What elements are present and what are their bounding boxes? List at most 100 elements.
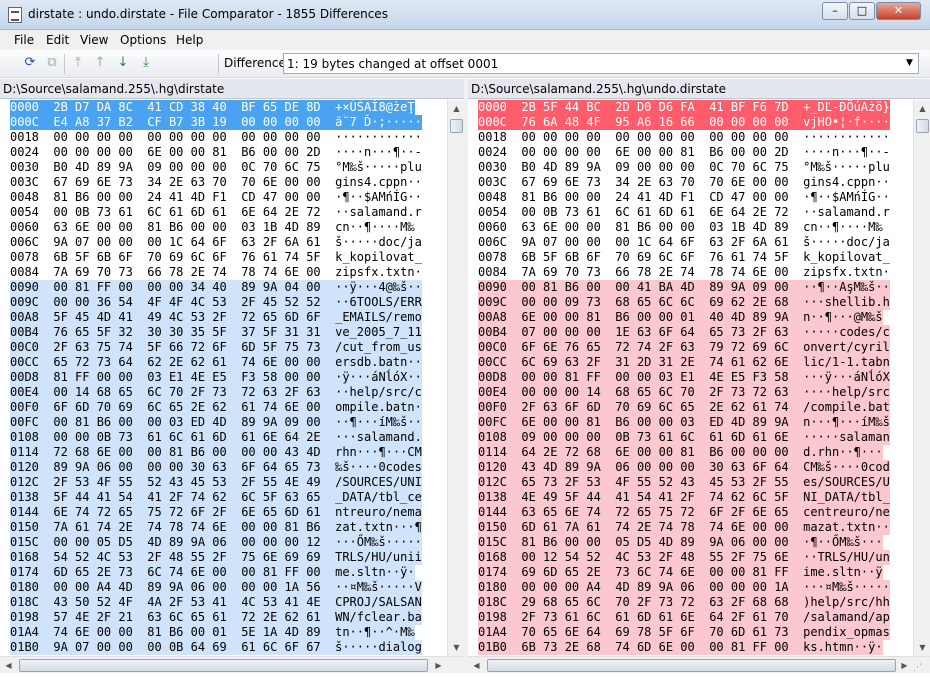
hex-row: 01B0 6B 73 2E 68 74 6D 6E 00 00 81 FF 00… bbox=[478, 640, 883, 655]
hex-row: 0078 6B 5F 6B 6F 70 69 6C 6F 76 61 74 5F… bbox=[478, 250, 890, 264]
hex-row: 00FC 6E 00 00 81 B6 00 00 03 ED 4D 89 9A… bbox=[478, 415, 890, 430]
hex-row: 0120 43 4D 89 9A 06 00 00 00 30 63 6F 64… bbox=[478, 460, 890, 475]
menu-options[interactable]: Options bbox=[120, 33, 166, 47]
title-bar: dirstate : undo.dirstate - File Comparat… bbox=[0, 0, 930, 30]
hex-row: 0174 6D 65 2E 73 6C 74 6E 00 00 81 FF 00… bbox=[10, 565, 415, 580]
previous-difference-icon[interactable]: ↑ bbox=[90, 54, 110, 72]
scroll-right-icon[interactable]: ▶ bbox=[430, 657, 447, 674]
hex-row: 0144 63 65 6E 74 72 65 75 72 6F 2F 6E 65… bbox=[478, 505, 890, 520]
hex-row: 00D8 00 00 81 FF 00 00 03 E1 4E E5 F3 58… bbox=[478, 370, 890, 385]
hex-row: 01B0 9A 07 00 00 00 0B 64 69 61 6C 6F 67… bbox=[10, 640, 422, 655]
hex-row: 0090 00 81 B6 00 00 41 BA 4D 89 9A 09 00… bbox=[478, 280, 890, 295]
hex-row: 00F0 2F 63 6F 6D 70 69 6C 65 2E 62 61 74… bbox=[478, 400, 890, 415]
hex-row: 00C0 2F 63 75 74 5F 66 72 6F 6D 5F 75 73… bbox=[10, 340, 422, 355]
hex-row: 0144 6E 74 72 65 75 72 6F 2F 6E 65 6D 61… bbox=[10, 505, 422, 520]
menu-help[interactable]: Help bbox=[176, 33, 203, 47]
hex-row: 0018 00 00 00 00 00 00 00 00 00 00 00 00… bbox=[10, 130, 422, 144]
close-button[interactable]: ✕ bbox=[876, 2, 921, 20]
hex-row: 0150 7A 61 74 2E 74 78 74 6E 00 00 81 B6… bbox=[10, 520, 422, 535]
hex-row: 0060 63 6E 00 00 81 B6 00 00 03 1B 4D 89… bbox=[10, 220, 415, 234]
scroll-up-icon[interactable]: ▲ bbox=[914, 100, 930, 117]
first-difference-icon[interactable]: ⤒ bbox=[68, 54, 88, 72]
hex-row: 0024 00 00 00 00 6E 00 00 81 B6 00 00 2D… bbox=[10, 145, 422, 159]
hex-row: 015C 81 B6 00 00 05 D5 4D 89 9A 06 00 00… bbox=[478, 535, 883, 550]
hex-row: 00CC 65 72 73 64 62 2E 62 61 74 6E 00 00… bbox=[10, 355, 422, 370]
toolbar: ⟳ ⧉ ⤒ ↑ ↓ ⤓ Difference 1: 19 bytes chang… bbox=[0, 50, 930, 78]
hex-row: 018C 29 68 65 6C 70 2F 73 72 63 2F 68 68… bbox=[478, 595, 890, 610]
hex-row: 0168 54 52 4C 53 2F 48 55 2F 75 6E 69 69… bbox=[10, 550, 422, 565]
scroll-left-icon[interactable]: ◀ bbox=[468, 657, 485, 674]
hex-row: 0030 B0 4D 89 9A 09 00 00 00 0C 70 6C 75… bbox=[10, 160, 422, 174]
hex-row: 012C 65 73 2F 53 4F 55 52 43 45 53 2F 55… bbox=[478, 475, 890, 490]
hex-row: 00B4 76 65 5F 32 30 30 35 5F 37 5F 31 31… bbox=[10, 325, 422, 340]
refresh-icon[interactable]: ⟳ bbox=[20, 54, 40, 72]
left-hex-pane[interactable]: 0000 2B D7 DA 8C 41 CD 38 40 BF 65 DE 8D… bbox=[0, 100, 447, 656]
right-vertical-scrollbar[interactable]: ▲ ▼ bbox=[913, 100, 930, 656]
hex-row: 0084 7A 69 70 73 66 78 2E 74 78 74 6E 00… bbox=[478, 265, 890, 279]
app-icon bbox=[8, 7, 22, 23]
hex-row: 01A4 70 65 6E 64 69 78 5F 6F 70 6D 61 73… bbox=[478, 625, 890, 640]
scroll-thumb[interactable] bbox=[487, 659, 896, 672]
hex-row: 01A4 74 6E 00 00 81 B6 00 01 5E 1A 4D 89… bbox=[10, 625, 415, 640]
scroll-thumb[interactable] bbox=[19, 659, 428, 672]
left-path-header: D:\Source\salamand.255\.hg\dirstate bbox=[0, 79, 464, 99]
hex-row: 00B4 07 00 00 00 1E 63 6F 64 65 73 2F 63… bbox=[478, 325, 890, 340]
hex-row: 0150 6D 61 7A 61 74 2E 74 78 74 6E 00 00… bbox=[478, 520, 890, 535]
minimize-button[interactable]: – bbox=[822, 2, 848, 20]
scroll-down-icon[interactable]: ▼ bbox=[914, 639, 930, 656]
hex-row: 0198 2F 73 61 6C 61 6D 61 6E 64 2F 61 70… bbox=[478, 610, 890, 625]
hex-row: 006C 9A 07 00 00 00 1C 64 6F 63 2F 6A 61… bbox=[10, 235, 422, 249]
window-title: dirstate : undo.dirstate - File Comparat… bbox=[28, 7, 388, 21]
hex-row: 0078 6B 5F 6B 6F 70 69 6C 6F 76 61 74 5F… bbox=[10, 250, 422, 264]
maximize-button[interactable]: □ bbox=[849, 2, 875, 20]
menu-bar: File Edit View Options Help bbox=[0, 30, 930, 50]
menu-edit[interactable]: Edit bbox=[46, 33, 69, 47]
hex-row: 0108 09 00 00 00 0B 73 61 6C 61 6D 61 6E… bbox=[478, 430, 890, 445]
hex-row: 0090 00 81 FF 00 00 00 34 40 89 9A 04 00… bbox=[10, 280, 422, 295]
next-difference-icon[interactable]: ↓ bbox=[113, 54, 133, 72]
hex-row: 00A8 5F 45 4D 41 49 4C 53 2F 72 65 6D 6F… bbox=[10, 310, 422, 325]
scroll-thumb[interactable] bbox=[916, 119, 929, 133]
copy-icon[interactable]: ⧉ bbox=[42, 54, 62, 72]
hex-row: 0168 00 12 54 52 4C 53 2F 48 55 2F 75 6E… bbox=[478, 550, 890, 565]
left-vertical-scrollbar[interactable]: ▲ ▼ bbox=[447, 100, 464, 656]
right-hex-pane[interactable]: 0000 2B 5F 44 BC 2D D0 D6 FA 41 BF F6 7D… bbox=[468, 100, 915, 656]
hex-row: 009C 00 00 09 73 68 65 6C 6C 69 62 2E 68… bbox=[478, 295, 890, 310]
hex-row: 00E4 00 00 00 14 68 65 6C 70 2F 73 72 63… bbox=[478, 385, 890, 400]
scroll-up-icon[interactable]: ▲ bbox=[448, 100, 465, 117]
scroll-right-icon[interactable]: ▶ bbox=[896, 657, 913, 674]
scroll-left-icon[interactable]: ◀ bbox=[0, 657, 17, 674]
hex-row: 0180 00 00 A4 4D 89 9A 06 00 00 00 1A 56… bbox=[10, 580, 422, 595]
hex-row: 00C0 6F 6E 76 65 72 74 2F 63 79 72 69 6C… bbox=[478, 340, 890, 355]
scroll-down-icon[interactable]: ▼ bbox=[448, 639, 465, 656]
difference-label: Difference bbox=[224, 56, 286, 70]
hex-row: 003C 67 69 6E 73 34 2E 63 70 70 6E 00 00… bbox=[10, 175, 422, 189]
hex-row: 0114 64 2E 72 68 6E 00 00 81 B6 00 00 00… bbox=[478, 445, 883, 460]
pane-splitter[interactable] bbox=[464, 79, 468, 673]
hex-row: 0000 2B 5F 44 BC 2D D0 D6 FA 41 BF F6 7D… bbox=[478, 100, 890, 115]
hex-row: 0180 00 00 00 A4 4D 89 9A 06 00 00 00 1A… bbox=[478, 580, 890, 595]
hex-row: 012C 2F 53 4F 55 52 43 45 53 2F 55 4E 49… bbox=[10, 475, 422, 490]
scroll-thumb[interactable] bbox=[450, 119, 463, 133]
hex-row: 0060 63 6E 00 00 81 B6 00 00 03 1B 4D 89… bbox=[478, 220, 883, 234]
hex-row: 0138 5F 44 41 54 41 2F 74 62 6C 5F 63 65… bbox=[10, 490, 422, 505]
right-horizontal-scrollbar[interactable]: ◀ ▶ bbox=[468, 656, 930, 673]
hex-row: 00FC 00 81 B6 00 00 03 ED 4D 89 9A 09 00… bbox=[10, 415, 422, 430]
chevron-down-icon[interactable]: ▼ bbox=[901, 54, 918, 73]
last-difference-icon[interactable]: ⤓ bbox=[136, 54, 156, 72]
hex-row: 00D8 81 FF 00 00 03 E1 4E E5 F3 58 00 00… bbox=[10, 370, 422, 385]
hex-row: 00F0 6F 6D 70 69 6C 65 2E 62 61 74 6E 00… bbox=[10, 400, 422, 415]
hex-row: 0198 57 4E 2F 21 63 6C 65 61 72 2E 62 61… bbox=[10, 610, 422, 625]
hex-row: 0108 00 00 0B 73 61 6C 61 6D 61 6E 64 2E… bbox=[10, 430, 422, 445]
left-horizontal-scrollbar[interactable]: ◀ ▶ bbox=[0, 656, 464, 673]
resize-grip-icon[interactable]: ⋰ bbox=[913, 663, 927, 677]
difference-combo[interactable]: 1: 19 bytes changed at offset 0001 ▼ bbox=[283, 53, 919, 74]
menu-file[interactable]: File bbox=[14, 33, 34, 47]
hex-row: 006C 9A 07 00 00 00 1C 64 6F 63 2F 6A 61… bbox=[478, 235, 890, 249]
hex-row: 003C 67 69 6E 73 34 2E 63 70 70 6E 00 00… bbox=[478, 175, 890, 189]
menu-view[interactable]: View bbox=[80, 33, 108, 47]
right-path-header: D:\Source\salamand.255\.hg\undo.dirstate bbox=[468, 79, 930, 99]
hex-row: 0018 00 00 00 00 00 00 00 00 00 00 00 00… bbox=[478, 130, 890, 144]
hex-row: 00CC 6C 69 63 2F 31 2D 31 2E 74 61 62 6E… bbox=[478, 355, 890, 370]
hex-row: 0048 81 B6 00 00 24 41 4D F1 CD 47 00 00… bbox=[478, 190, 890, 204]
